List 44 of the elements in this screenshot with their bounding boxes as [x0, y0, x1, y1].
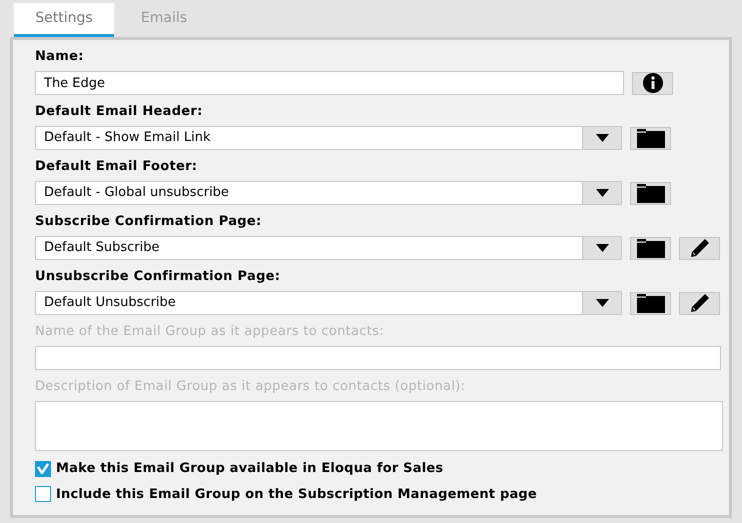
dropdown-field[interactable]: Default Subscribe: [35, 236, 622, 260]
field-label: Default Email Header:: [35, 104, 204, 120]
tab[interactable]: Settings: [14, 3, 114, 37]
folder-icon: [636, 184, 664, 202]
folder-icon: [636, 238, 664, 258]
dropdown-field[interactable]: Default - Global unsubscribe: [35, 181, 622, 205]
edit-button[interactable]: [679, 292, 720, 314]
checkbox[interactable]: [35, 460, 51, 477]
caret-icon: [596, 244, 608, 252]
dropdown-field[interactable]: Default - Show Email Link: [35, 126, 622, 150]
checkbox-label: Include this Email Group on the Subscription Management page: [56, 486, 537, 504]
checkbox[interactable]: [35, 486, 51, 502]
field-label: Unsubscribe Confirmation Page:: [35, 269, 282, 285]
info-button[interactable]: [632, 72, 673, 94]
checkbox-label: Make this Email Group available in Eloqua for Sales: [56, 460, 444, 478]
browse-button[interactable]: [630, 236, 671, 260]
field-label: Name of the Email Group as it appears to contacts:: [35, 324, 385, 340]
pencil-icon: [688, 292, 710, 314]
caret-icon: [596, 134, 608, 142]
info-icon: [642, 73, 662, 93]
dropdown-value: Default Subscribe: [43, 239, 161, 257]
dropdown-value: Default Unsubscribe: [43, 294, 177, 312]
browse-button[interactable]: [630, 126, 671, 150]
text-field[interactable]: The Edge: [35, 71, 624, 95]
dropdown-arrow-button[interactable]: [582, 237, 621, 259]
edit-button[interactable]: [679, 236, 720, 260]
dropdown-arrow-button[interactable]: [582, 292, 621, 314]
browse-button[interactable]: [630, 182, 671, 204]
pencil-icon: [688, 237, 710, 259]
field-label: Subscribe Confirmation Page:: [35, 214, 263, 230]
folder-icon: [636, 128, 664, 148]
caret-icon: [596, 189, 608, 197]
field-label: Description of Email Group as it appears to contacts (optional):: [35, 379, 466, 395]
field-label: Name:: [35, 49, 85, 65]
dropdown-value: Default - Show Email Link: [43, 129, 212, 147]
dropdown-field[interactable]: Default Unsubscribe: [35, 291, 622, 315]
checkmark-icon: [37, 463, 49, 474]
dropdown-arrow-button[interactable]: [582, 127, 621, 149]
browse-button[interactable]: [630, 292, 671, 314]
folder-icon: [636, 294, 664, 312]
dropdown-value: Default - Global unsubscribe: [43, 184, 230, 202]
field-label: Default Email Footer:: [35, 159, 198, 175]
dropdown-arrow-button[interactable]: [582, 182, 621, 204]
caret-icon: [596, 299, 608, 307]
